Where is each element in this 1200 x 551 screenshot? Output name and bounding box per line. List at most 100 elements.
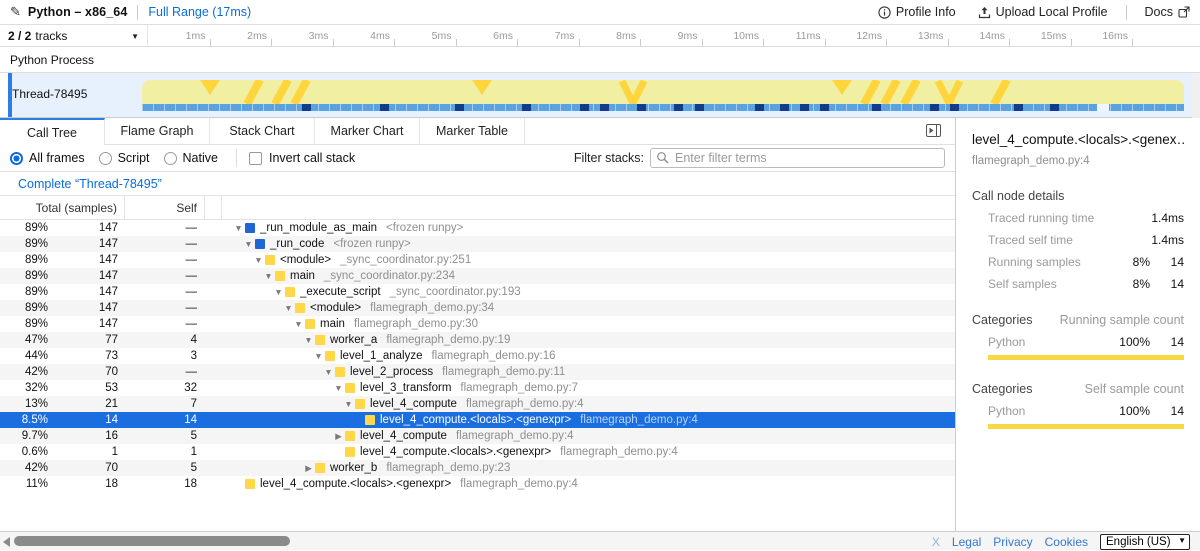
activity-graph[interactable] bbox=[142, 80, 1184, 104]
expander-icon[interactable]: ▼ bbox=[292, 316, 305, 332]
ruler-tick-label: 1ms bbox=[146, 25, 206, 47]
tracks-dropdown[interactable]: 2 / 2 tracks ▼ bbox=[0, 25, 148, 47]
expander-icon[interactable]: ▼ bbox=[252, 252, 265, 268]
divider bbox=[1126, 5, 1127, 20]
process-track-header[interactable]: Python Process bbox=[0, 47, 1200, 73]
table-row[interactable]: 89%147—▼_run_code<frozen runpy> bbox=[0, 236, 955, 252]
activity-marker bbox=[864, 80, 877, 104]
table-row[interactable]: 42%705▶worker_bflamegraph_demo.py:23 bbox=[0, 460, 955, 476]
function-name: worker_b bbox=[330, 460, 377, 476]
scroll-left-arrow[interactable] bbox=[3, 537, 10, 547]
expander-icon[interactable]: ▼ bbox=[262, 268, 275, 284]
expander-icon[interactable]: ▼ bbox=[272, 284, 285, 300]
table-row[interactable]: 44%733▼level_1_analyzeflamegraph_demo.py… bbox=[0, 348, 955, 364]
activity-marker bbox=[622, 81, 644, 103]
tab-stack-chart[interactable]: Stack Chart bbox=[210, 118, 315, 144]
profile-info-button[interactable]: Profile Info bbox=[878, 5, 956, 19]
external-link-icon bbox=[1178, 6, 1190, 18]
call-tree-settings: All frames Script Native Invert call sta… bbox=[0, 145, 955, 172]
docs-button[interactable]: Docs bbox=[1145, 5, 1190, 19]
expander-icon[interactable]: ▼ bbox=[242, 236, 255, 252]
thread-track[interactable]: Thread-78495 bbox=[0, 73, 1200, 118]
table-row[interactable]: 8.5%1414level_4_compute.<locals>.<genexp… bbox=[0, 412, 955, 428]
expander-icon[interactable]: ▼ bbox=[322, 364, 335, 380]
ruler-tick-label: 12ms bbox=[822, 25, 882, 47]
selected-node-title: level_4_compute.<locals>.<genex… bbox=[972, 132, 1184, 147]
edit-profile-name-icon[interactable]: ✎ bbox=[10, 4, 21, 20]
privacy-link[interactable]: Privacy bbox=[993, 535, 1032, 549]
language-select[interactable]: English (US) bbox=[1100, 534, 1190, 550]
table-row[interactable]: 89%147—▼_run_module_as_main<frozen runpy… bbox=[0, 220, 955, 236]
expander-icon[interactable]: ▼ bbox=[282, 300, 295, 316]
tab-call-tree[interactable]: Call Tree bbox=[0, 118, 105, 145]
table-row[interactable]: 42%70—▼level_2_processflamegraph_demo.py… bbox=[0, 364, 955, 380]
table-row[interactable]: 32%5332▼level_3_transformflamegraph_demo… bbox=[0, 380, 955, 396]
tab-flame-graph[interactable]: Flame Graph bbox=[105, 118, 210, 144]
radio-native-label[interactable]: Native bbox=[183, 151, 218, 165]
category-color-icon bbox=[265, 255, 275, 265]
category-color-icon bbox=[295, 303, 305, 313]
sidebar-toggle-button[interactable] bbox=[926, 124, 941, 142]
tab-marker-chart[interactable]: Marker Chart bbox=[315, 118, 420, 144]
activity-marker bbox=[884, 80, 897, 104]
thread-label: Thread-78495 bbox=[12, 87, 87, 101]
expander-icon[interactable]: ▼ bbox=[332, 380, 345, 396]
expander-icon[interactable]: ▶ bbox=[302, 460, 315, 476]
row-percent: 8.5% bbox=[0, 412, 48, 428]
expander-icon[interactable]: ▼ bbox=[342, 396, 355, 412]
ruler-tick-label: 15ms bbox=[1007, 25, 1067, 47]
row-self-samples: 7 bbox=[125, 396, 205, 412]
expander-icon[interactable]: ▼ bbox=[312, 348, 325, 364]
samples-strip[interactable] bbox=[142, 104, 1184, 111]
detail-row: Traced self time1.4ms bbox=[972, 233, 1184, 247]
row-self-samples: 1 bbox=[125, 444, 205, 460]
filter-stacks-input[interactable] bbox=[650, 148, 945, 168]
full-range-link[interactable]: Full Range (17ms) bbox=[148, 5, 251, 19]
row-percent: 9.7% bbox=[0, 428, 48, 444]
function-name: _run_module_as_main bbox=[260, 220, 377, 236]
table-row[interactable]: 89%147—▼<module>_sync_coordinator.py:251 bbox=[0, 252, 955, 268]
table-row[interactable]: 11%1818level_4_compute.<locals>.<genexpr… bbox=[0, 476, 955, 492]
invert-call-stack-label[interactable]: Invert call stack bbox=[269, 151, 355, 165]
row-self-samples: — bbox=[125, 364, 205, 380]
radio-all-frames[interactable] bbox=[10, 152, 23, 165]
table-row[interactable]: 13%217▼level_4_computeflamegraph_demo.py… bbox=[0, 396, 955, 412]
radio-all-frames-label[interactable]: All frames bbox=[29, 151, 85, 165]
table-row[interactable]: 89%147—▼mainflamegraph_demo.py:30 bbox=[0, 316, 955, 332]
file-location: flamegraph_demo.py:4 bbox=[460, 476, 578, 492]
legal-link[interactable]: Legal bbox=[952, 535, 981, 549]
horizontal-scrollbar-thumb[interactable] bbox=[14, 536, 290, 546]
table-row[interactable]: 89%147—▼_execute_script_sync_coordinator… bbox=[0, 284, 955, 300]
x-social-link[interactable]: X bbox=[932, 535, 940, 549]
filter-stacks-label: Filter stacks: bbox=[574, 151, 644, 165]
radio-script-label[interactable]: Script bbox=[118, 151, 150, 165]
radio-script[interactable] bbox=[99, 152, 112, 165]
invert-call-stack-checkbox[interactable] bbox=[249, 152, 262, 165]
file-location: flamegraph_demo.py:7 bbox=[460, 380, 578, 396]
file-location: flamegraph_demo.py:23 bbox=[386, 460, 510, 476]
column-total[interactable]: Total (samples) bbox=[0, 196, 125, 219]
row-total-samples: 70 bbox=[48, 364, 125, 380]
file-location: flamegraph_demo.py:11 bbox=[442, 364, 565, 380]
expander-icon[interactable]: ▼ bbox=[302, 332, 315, 348]
table-row[interactable]: 89%147—▼main_sync_coordinator.py:234 bbox=[0, 268, 955, 284]
expander-icon[interactable]: ▶ bbox=[332, 428, 345, 444]
open-sidebar-icon bbox=[926, 124, 941, 137]
upload-profile-button[interactable]: Upload Local Profile bbox=[978, 5, 1108, 19]
breadcrumb-root-link[interactable]: Complete “Thread-78495” bbox=[18, 177, 162, 191]
activity-marker bbox=[247, 80, 260, 104]
sample-segment-dark bbox=[600, 104, 609, 111]
radio-native[interactable] bbox=[164, 152, 177, 165]
table-row[interactable]: 9.7%165▶level_4_computeflamegraph_demo.p… bbox=[0, 428, 955, 444]
category-color-icon bbox=[285, 287, 295, 297]
table-row[interactable]: 0.6%11level_4_compute.<locals>.<genexpr>… bbox=[0, 444, 955, 460]
sample-segment-dark bbox=[800, 104, 809, 111]
table-row[interactable]: 89%147—▼<module>flamegraph_demo.py:34 bbox=[0, 300, 955, 316]
column-self[interactable]: Self bbox=[125, 196, 205, 219]
table-row[interactable]: 47%774▼worker_aflamegraph_demo.py:19 bbox=[0, 332, 955, 348]
function-name: worker_a bbox=[330, 332, 377, 348]
tab-marker-table[interactable]: Marker Table bbox=[420, 118, 525, 144]
expander-icon[interactable]: ▼ bbox=[232, 220, 245, 236]
function-name: <module> bbox=[280, 252, 331, 268]
cookies-link[interactable]: Cookies bbox=[1045, 535, 1088, 549]
